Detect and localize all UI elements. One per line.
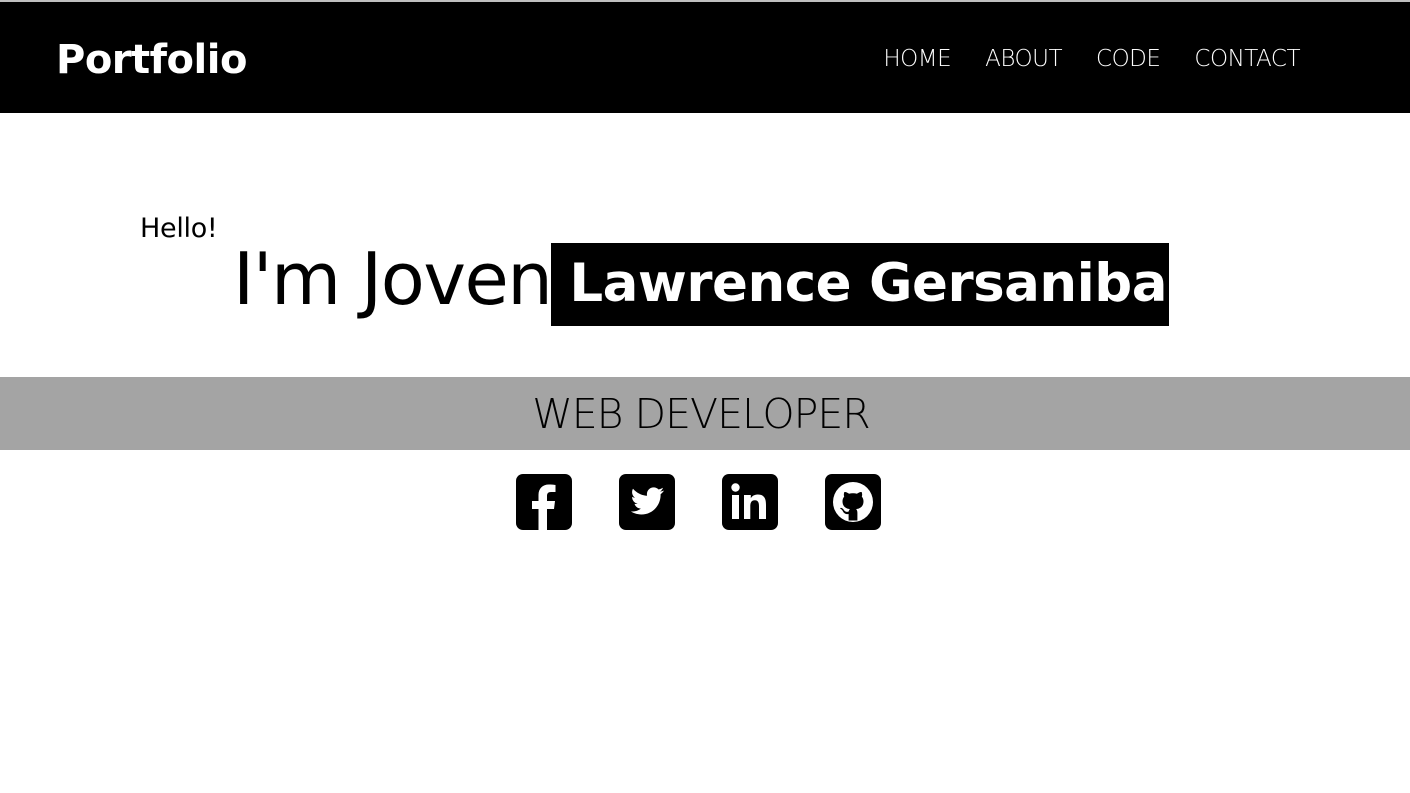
role-band: WEB DEVELOPER bbox=[0, 377, 1410, 450]
hero-highlight-name: Lawrence Gersaniba bbox=[551, 243, 1170, 326]
linkedin-link[interactable] bbox=[722, 474, 778, 530]
linkedin-icon bbox=[731, 483, 766, 519]
nav-link-about[interactable]: ABOUT bbox=[985, 44, 1062, 74]
role-title: WEB DEVELOPER bbox=[532, 390, 871, 438]
facebook-icon bbox=[532, 484, 556, 530]
twitter-icon bbox=[630, 487, 664, 515]
hero-name-line: I'm Joven Lawrence Gersaniba bbox=[233, 237, 1170, 326]
github-link[interactable] bbox=[825, 474, 881, 530]
facebook-link[interactable] bbox=[516, 474, 572, 530]
navbar: Portfolio HOME ABOUT CODE CONTACT bbox=[0, 2, 1410, 113]
twitter-link[interactable] bbox=[619, 474, 675, 530]
nav-link-code[interactable]: CODE bbox=[1096, 44, 1161, 74]
social-links bbox=[516, 474, 881, 530]
hero-greeting: Hello! bbox=[140, 213, 218, 244]
nav-menu: HOME ABOUT CODE CONTACT bbox=[883, 44, 1300, 74]
nav-link-contact[interactable]: CONTACT bbox=[1194, 44, 1300, 74]
brand-logo[interactable]: Portfolio bbox=[56, 36, 247, 84]
nav-link-home[interactable]: HOME bbox=[883, 44, 951, 74]
github-icon bbox=[833, 482, 873, 522]
hero-intro: I'm Joven bbox=[233, 237, 553, 321]
